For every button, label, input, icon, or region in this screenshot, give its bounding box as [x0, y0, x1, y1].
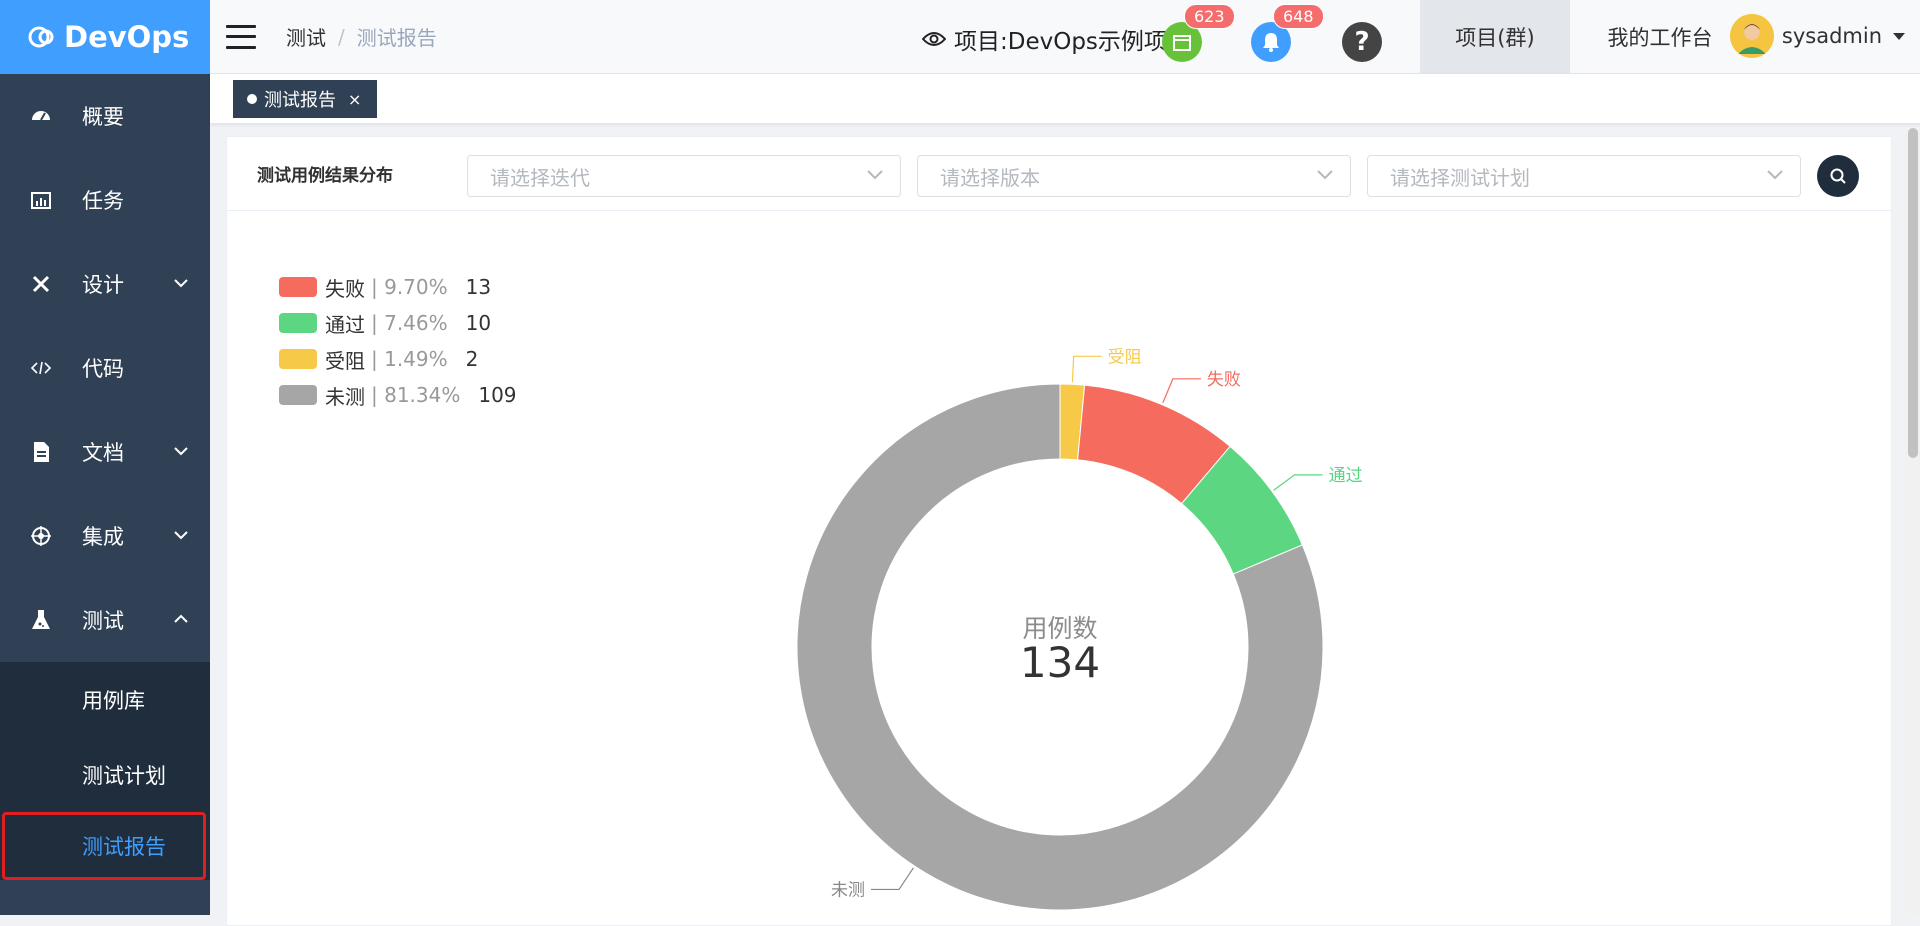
- top-header: 测试 / 测试报告 项目: DevOps示例项目 623 648 ? 项目(群)…: [210, 0, 1920, 74]
- workbench-button[interactable]: 我的工作台: [1580, 0, 1740, 74]
- sidebar-item-overview[interactable]: 概要: [0, 74, 210, 158]
- hamburger-menu-icon[interactable]: [226, 24, 256, 49]
- tab-test-report[interactable]: 测试报告 ×: [233, 80, 378, 118]
- sidebar-item-label: 任务: [82, 189, 124, 213]
- slice-label: 失败: [1207, 370, 1241, 390]
- slice-label: 未测: [831, 880, 865, 900]
- chevron-down-icon: [174, 279, 188, 288]
- project-group-button[interactable]: 项目(群): [1420, 0, 1570, 74]
- test-result-donut-chart: 受阻失败通过未测用例数134: [796, 347, 1363, 911]
- current-project[interactable]: 项目: DevOps示例项目: [922, 22, 1190, 56]
- slice-label: 通过: [1329, 466, 1363, 486]
- sidebar-item-label: 设计: [82, 273, 124, 297]
- sidebar-item-task[interactable]: 任务: [0, 158, 210, 242]
- sidebar: DevOps 概要 任务 设计 代码 文档 集成 测试 用例库 测试计划 测试报…: [0, 0, 210, 915]
- chevron-up-icon: [174, 614, 188, 623]
- help-button[interactable]: ?: [1342, 22, 1382, 62]
- close-icon[interactable]: ×: [348, 90, 361, 109]
- integration-icon: [28, 523, 54, 549]
- app-name: DevOps: [64, 20, 190, 54]
- scrollbar-thumb[interactable]: [1908, 128, 1918, 458]
- question-mark-icon: ?: [1354, 27, 1370, 57]
- notifications-badge: 648: [1273, 4, 1324, 29]
- design-icon: [28, 271, 54, 297]
- sidebar-item-test-report[interactable]: 测试报告: [2, 812, 206, 880]
- sidebar-item-label: 测试: [82, 609, 124, 633]
- sidebar-item-document[interactable]: 文档: [0, 410, 210, 494]
- slice-label-line: [871, 867, 914, 891]
- sidebar-item-label: 概要: [82, 105, 124, 129]
- tab-label: 测试报告: [264, 90, 336, 111]
- chevron-down-icon: [174, 447, 188, 456]
- report-panel: 测试用例结果分布 请选择迭代 请选择版本 请选择测试计划 失败 | 9.70% 13…: [226, 136, 1892, 926]
- task-icon: [28, 187, 54, 213]
- test-submenu: 用例库 测试计划 测试报告: [0, 662, 210, 880]
- devops-logo-icon: [28, 26, 54, 48]
- breadcrumb-item[interactable]: 测试: [286, 22, 326, 51]
- project-prefix: 项目:: [954, 29, 1008, 55]
- sidebar-item-test-plan[interactable]: 测试计划: [0, 737, 210, 812]
- slice-label-line: [1071, 355, 1102, 383]
- flask-icon: [28, 607, 54, 633]
- sidebar-item-label: 集成: [82, 525, 124, 549]
- sidebar-item-test[interactable]: 测试: [0, 578, 210, 662]
- sidebar-item-integration[interactable]: 集成: [0, 494, 210, 578]
- document-icon: [28, 439, 54, 465]
- avatar: [1729, 14, 1774, 58]
- sidebar-item-case-library[interactable]: 用例库: [0, 662, 210, 737]
- notifications-button[interactable]: 648: [1251, 4, 1324, 62]
- bell-icon: [1263, 33, 1279, 52]
- sidebar-item-code[interactable]: 代码: [0, 326, 210, 410]
- sidebar-item-label: 代码: [82, 357, 124, 381]
- user-menu[interactable]: sysadmin: [1729, 14, 1906, 58]
- slice-label-line: [1162, 378, 1201, 404]
- slice-label: 受阻: [1108, 347, 1142, 367]
- calendar-icon: [1173, 35, 1191, 51]
- breadcrumb: 测试 / 测试报告: [286, 22, 437, 51]
- slice-label-line: [1273, 474, 1323, 491]
- chevron-down-icon: [174, 531, 188, 540]
- caret-down-icon: [1893, 33, 1905, 40]
- active-dot-icon: [247, 94, 257, 104]
- scrollbar[interactable]: [1906, 128, 1920, 915]
- breadcrumb-current: 测试报告: [356, 26, 437, 50]
- sidebar-item-design[interactable]: 设计: [0, 242, 210, 326]
- messages-badge: 623: [1184, 4, 1235, 29]
- username: sysadmin: [1781, 24, 1882, 48]
- code-icon: [28, 355, 54, 381]
- messages-button[interactable]: 623: [1162, 4, 1235, 62]
- tags-bar: 测试报告 ×: [210, 74, 1920, 124]
- sidebar-item-label: 文档: [82, 441, 124, 465]
- donut-center-value: 134: [1020, 638, 1100, 687]
- dashboard-icon: [28, 103, 54, 129]
- eye-icon: [922, 32, 946, 46]
- app-logo[interactable]: DevOps: [0, 0, 210, 74]
- breadcrumb-separator: /: [338, 24, 345, 49]
